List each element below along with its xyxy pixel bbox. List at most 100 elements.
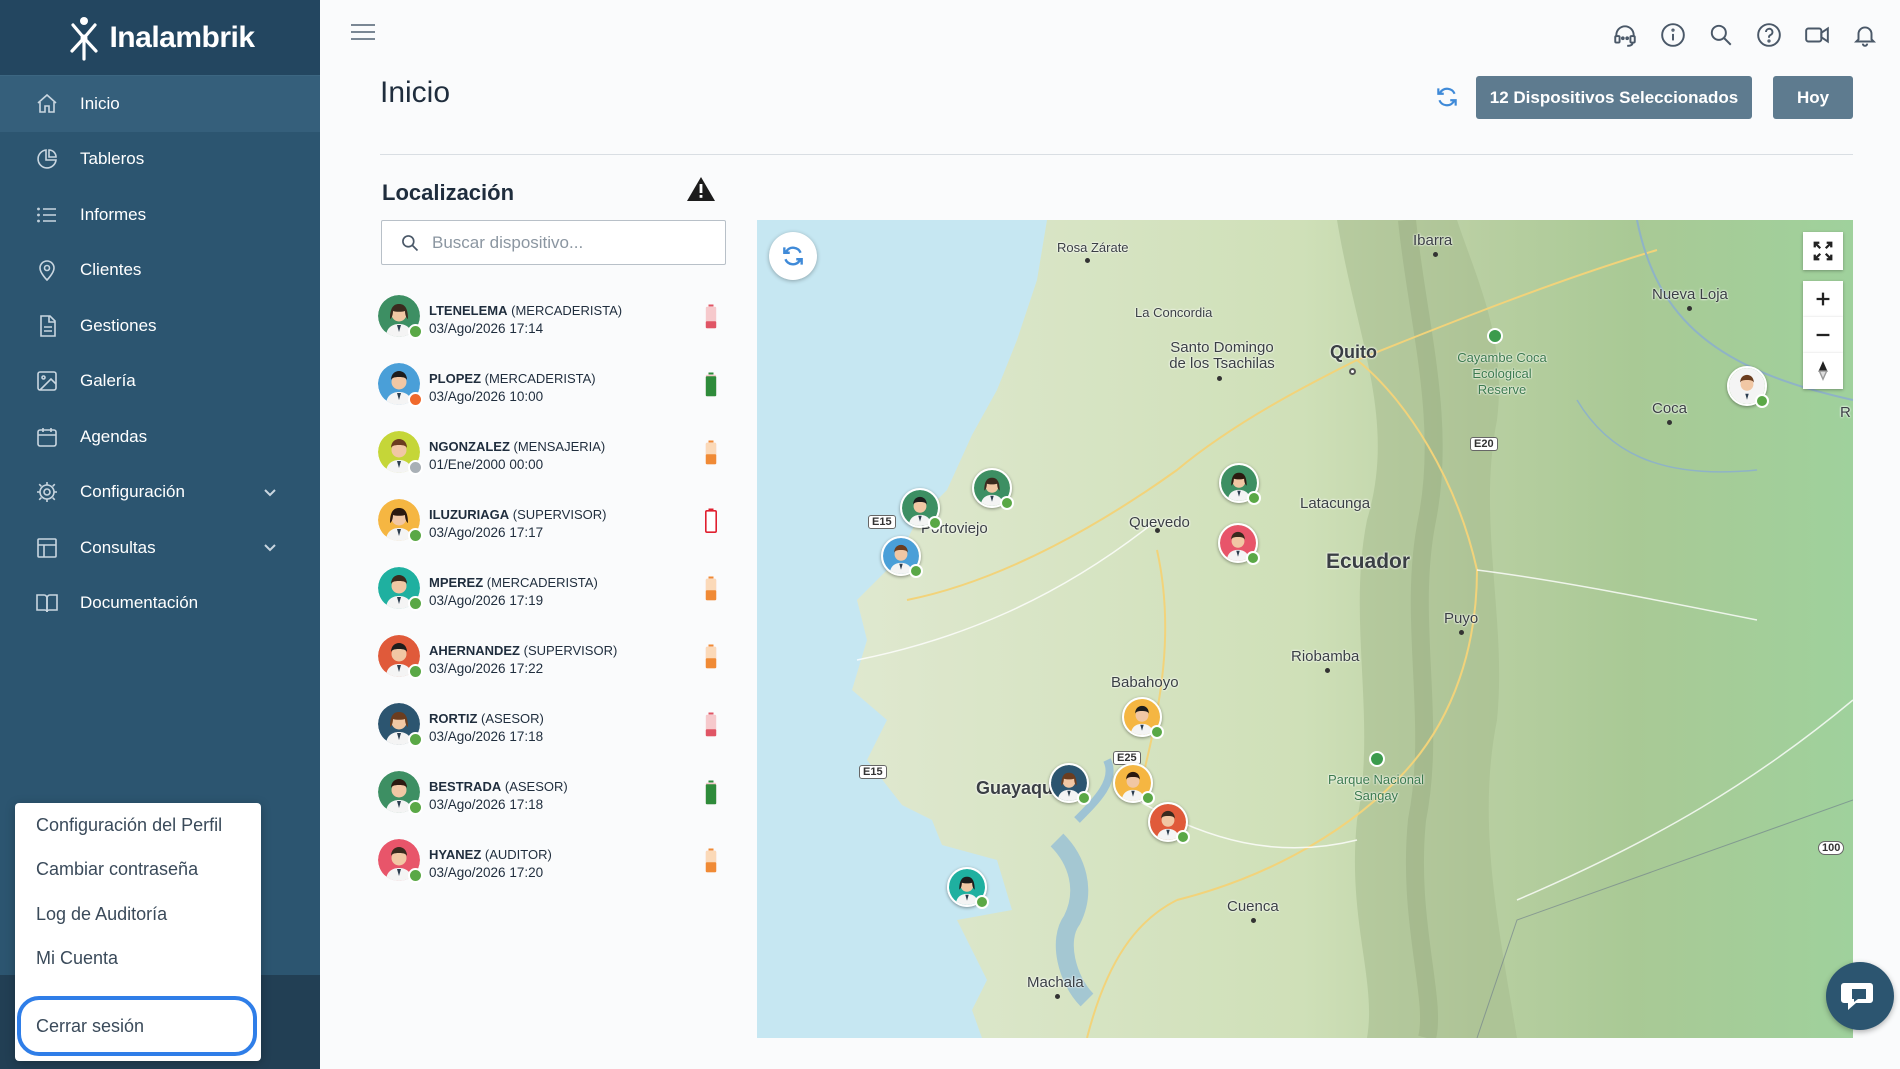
status-indicator: [408, 596, 423, 611]
road-shield: 100: [1818, 841, 1845, 855]
map-label-ecuador: Ecuador: [1326, 550, 1411, 573]
calendar-icon: [34, 424, 60, 450]
video-icon[interactable]: [1802, 20, 1832, 50]
device-list-item[interactable]: PLOPEZ (MERCADERISTA) 03/Ago/2026 10:00: [378, 358, 728, 426]
sidebar-item-consultas[interactable]: Consultas: [0, 520, 320, 576]
device-list-item[interactable]: MPEREZ (MERCADERISTA) 03/Ago/2026 17:19: [378, 562, 728, 630]
audit-log-item[interactable]: Log de Auditoría: [15, 892, 261, 937]
logout-button[interactable]: Cerrar sesión: [17, 996, 257, 1056]
sidebar-item-configuracion[interactable]: Configuración: [0, 465, 320, 521]
fullscreen-button[interactable]: [1803, 232, 1843, 270]
device-name: PLOPEZ (MERCADERISTA): [429, 371, 596, 386]
table-icon: [34, 535, 60, 561]
map-label-cayambe: Cayambe Coca Ecological Reserve: [1457, 350, 1547, 397]
gear-icon: [34, 479, 60, 505]
device-list-item[interactable]: AHERNANDEZ (SUPERVISOR) 03/Ago/2026 17:22: [378, 630, 728, 698]
search-icon: [402, 234, 419, 251]
sidebar-item-galeria[interactable]: Galería: [0, 354, 320, 410]
map-label-edge: R: [1840, 404, 1851, 421]
device-name: NGONZALEZ (MENSAJERIA): [429, 439, 605, 454]
device-user: RORTIZ: [429, 711, 478, 726]
change-password-item[interactable]: Cambiar contraseña: [15, 848, 261, 893]
device-list-item[interactable]: HYANEZ (AUDITOR) 03/Ago/2026 17:20: [378, 834, 728, 902]
warning-icon[interactable]: [686, 175, 716, 203]
device-user: NGONZALEZ: [429, 439, 510, 454]
status-indicator: [1755, 394, 1769, 408]
sidebar-item-label: Agendas: [80, 426, 148, 446]
park-poi-icon[interactable]: [1487, 328, 1503, 344]
map-label-la-concordia: La Concordia: [1135, 305, 1213, 320]
sidebar-item-inicio[interactable]: Inicio: [0, 76, 320, 132]
sidebar-item-label: Informes: [80, 204, 147, 224]
status-indicator: [408, 664, 423, 679]
today-button[interactable]: Hoy: [1773, 76, 1853, 119]
map-label-quevedo: Quevedo: [1129, 514, 1190, 531]
device-search-input[interactable]: [432, 232, 702, 253]
status-indicator: [408, 732, 423, 747]
page-title: Inicio: [380, 76, 451, 109]
device-list-item[interactable]: LTENELEMA (MERCADERISTA) 03/Ago/2026 17:1…: [378, 290, 728, 358]
map-dot: [1251, 918, 1256, 923]
device-list-item[interactable]: NGONZALEZ (MENSAJERIA) 01/Ene/2000 00:00: [378, 426, 728, 494]
map-refresh-button[interactable]: [769, 232, 817, 280]
sidebar-nav: Inicio Tableros Informes Clientes Gestiones G…: [0, 76, 320, 631]
zoom-in-button[interactable]: [1803, 281, 1843, 317]
bell-icon[interactable]: [1850, 20, 1880, 50]
sidebar-item-clientes[interactable]: Clientes: [0, 243, 320, 299]
device-name: LTENELEMA (MERCADERISTA): [429, 303, 622, 318]
device-list-item[interactable]: RORTIZ (ASESOR) 03/Ago/2026 17:18: [378, 698, 728, 766]
map-label-sangay: Parque Nacional Sangay: [1327, 772, 1425, 803]
device-role: (ASESOR): [481, 711, 544, 726]
device-user: BESTRADA: [429, 779, 502, 794]
device-timestamp: 03/Ago/2026 17:18: [429, 797, 544, 812]
battery-icon: [705, 848, 717, 873]
search-icon[interactable]: [1706, 20, 1736, 50]
map-dot: [1349, 368, 1356, 375]
status-indicator: [408, 460, 423, 475]
chat-support-button[interactable]: [1826, 962, 1894, 1030]
sidebar-item-tableros[interactable]: Tableros: [0, 132, 320, 188]
device-user: LTENELEMA: [429, 303, 508, 318]
compass-button[interactable]: [1803, 353, 1843, 389]
sidebar-item-gestiones[interactable]: Gestiones: [0, 298, 320, 354]
device-name: BESTRADA (ASESOR): [429, 779, 568, 794]
map-dot: [1217, 376, 1222, 381]
help-icon[interactable]: [1754, 20, 1784, 50]
battery-icon: [705, 440, 717, 465]
status-indicator: [408, 868, 423, 883]
map[interactable]: Rosa Zárate Ibarra La Concordia Santo Do…: [757, 220, 1853, 1038]
device-role: (SUPERVISOR): [523, 643, 618, 658]
status-indicator: [1150, 725, 1164, 739]
sidebar-item-agendas[interactable]: Agendas: [0, 409, 320, 465]
battery-icon: [705, 712, 717, 737]
pie-chart-icon: [34, 146, 60, 172]
device-timestamp: 03/Ago/2026 17:17: [429, 525, 544, 540]
sidebar-item-label: Documentación: [80, 593, 199, 613]
device-list-item[interactable]: ILUZURIAGA (SUPERVISOR) 03/Ago/2026 17:17: [378, 494, 728, 562]
map-label-riobamba: Riobamba: [1291, 648, 1360, 665]
refresh-icon[interactable]: [1434, 84, 1460, 110]
hamburger-menu-icon[interactable]: [351, 24, 375, 44]
map-label-latacunga: Latacunga: [1300, 495, 1371, 512]
selected-devices-button[interactable]: 12 Dispositivos Seleccionados: [1476, 76, 1752, 119]
map-label-guayaquil: Guayaqu: [976, 778, 1054, 798]
headset-icon[interactable]: [1610, 20, 1640, 50]
my-account-item[interactable]: Mi Cuenta: [15, 937, 261, 982]
status-indicator: [1247, 491, 1261, 505]
device-list-item[interactable]: BESTRADA (ASESOR) 03/Ago/2026 17:18: [378, 766, 728, 834]
zoom-out-button[interactable]: [1803, 317, 1843, 353]
profile-settings-item[interactable]: Configuración del Perfil: [15, 803, 261, 848]
brand-logo[interactable]: Inalambrik: [65, 15, 255, 61]
sidebar-item-documentacion[interactable]: Documentación: [0, 576, 320, 632]
map-label-coca: Coca: [1652, 400, 1688, 417]
device-role: (MERCADERISTA): [484, 371, 596, 386]
info-icon[interactable]: [1658, 20, 1688, 50]
park-poi-icon[interactable]: [1369, 751, 1385, 767]
map-terrain: [852, 220, 1853, 1038]
compass-icon: [1818, 361, 1828, 381]
brand-name: Inalambrik: [109, 20, 255, 54]
status-indicator: [408, 324, 423, 339]
plus-icon: [1816, 292, 1830, 306]
sidebar-item-informes[interactable]: Informes: [0, 187, 320, 243]
device-user: ILUZURIAGA: [429, 507, 510, 522]
